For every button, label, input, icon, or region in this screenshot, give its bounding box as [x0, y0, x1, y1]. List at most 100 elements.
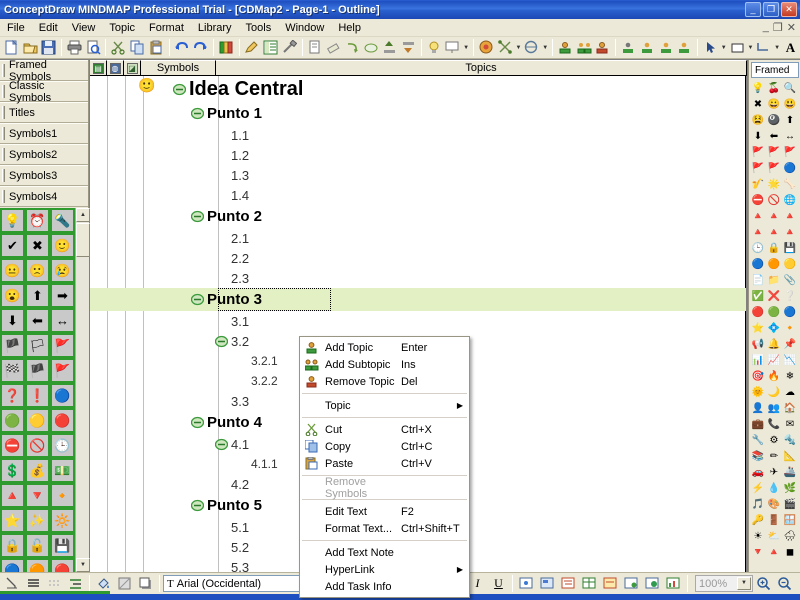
library-symbol[interactable]: 🔺	[766, 225, 782, 241]
zoom-out-icon[interactable]	[774, 574, 795, 594]
row-symbol-cell[interactable]	[90, 434, 165, 454]
library-symbol[interactable]: ⏰	[25, 208, 50, 233]
library-symbol[interactable]: 🔴	[50, 558, 75, 572]
context-menu-item[interactable]: Edit Text F2	[300, 503, 469, 520]
row-symbol-cell[interactable]	[90, 517, 165, 537]
library-symbol[interactable]: 🔴	[750, 305, 766, 321]
library-symbol[interactable]: 🟢	[766, 305, 782, 321]
library-symbol[interactable]: 😃	[782, 97, 798, 113]
presentation-screen-icon[interactable]	[443, 38, 462, 58]
library-symbol[interactable]: 🚫	[25, 433, 50, 458]
menu-library[interactable]: Library	[191, 21, 239, 35]
add-topic-green-icon[interactable]	[556, 38, 575, 58]
brainstorm-target-icon[interactable]	[477, 38, 496, 58]
library-symbol[interactable]: ❄	[782, 369, 798, 385]
note-view-icon[interactable]	[600, 574, 621, 594]
redo-arrow-icon[interactable]	[191, 38, 210, 58]
context-menu-item[interactable]: Format Text... Ctrl+Shift+T	[300, 520, 469, 537]
library-symbol[interactable]: 🔵	[782, 161, 798, 177]
context-menu-item[interactable]: Cut Ctrl+X	[300, 421, 469, 438]
library-symbol[interactable]: 🔦	[50, 208, 75, 233]
library-symbol[interactable]: 🎱	[766, 113, 782, 129]
outline-view-icon[interactable]	[261, 38, 280, 58]
row-symbol-cell[interactable]	[90, 102, 165, 125]
menu-edit[interactable]: Edit	[32, 21, 65, 35]
library-symbol[interactable]: 👥	[766, 401, 782, 417]
library-symbol[interactable]: 🏴	[0, 333, 25, 358]
presentation-dropdown-arrow[interactable]: ▼	[462, 38, 470, 58]
menu-file[interactable]: File	[0, 21, 32, 35]
category-symbols2[interactable]: Symbols2	[0, 144, 88, 165]
underline-button[interactable]: U	[488, 574, 509, 594]
library-symbol[interactable]: 🌟	[766, 177, 782, 193]
topic-tool-1-icon[interactable]	[619, 38, 638, 58]
library-symbol[interactable]: 🚪	[766, 513, 782, 529]
library-symbol[interactable]: 🔥	[766, 369, 782, 385]
library-symbol[interactable]: ❔	[782, 289, 798, 305]
library-symbol[interactable]: ⬅	[25, 308, 50, 333]
library-symbol[interactable]: ❗	[25, 383, 50, 408]
library-symbol[interactable]: 🎵	[750, 497, 766, 513]
row-topic-cell[interactable]: 2.2	[165, 248, 746, 268]
library-symbol[interactable]: 🏠	[782, 401, 798, 417]
library-symbol[interactable]: ⛔	[750, 193, 766, 209]
outline-row[interactable]: 3.1	[90, 311, 746, 331]
text-tool-icon[interactable]: A	[781, 38, 800, 58]
pointer-arrow-icon[interactable]	[701, 38, 720, 58]
slide-view-icon[interactable]	[537, 574, 558, 594]
shadow-box-icon[interactable]	[135, 574, 156, 594]
library-symbol[interactable]: 🚩	[50, 333, 75, 358]
connector-dropdown-arrow[interactable]: ▼	[773, 38, 781, 58]
outline-row[interactable]: 2.3	[90, 268, 746, 288]
library-symbol[interactable]: 🟡	[782, 257, 798, 273]
row-topic-cell[interactable]: 1.1	[165, 125, 746, 145]
library-symbol[interactable]: 😐	[0, 258, 25, 283]
library-symbol[interactable]: 🔺	[750, 209, 766, 225]
library-symbol[interactable]: ✔	[0, 233, 25, 258]
library-symbol[interactable]: 🟠	[766, 257, 782, 273]
menu-help[interactable]: Help	[331, 21, 368, 35]
library-symbol[interactable]: 😢	[50, 258, 75, 283]
collapse-toggle-icon[interactable]	[191, 210, 204, 223]
open-folder-icon[interactable]	[21, 38, 40, 58]
row-symbol-cell[interactable]	[90, 454, 165, 474]
row-symbol-cell[interactable]	[90, 311, 165, 331]
mdi-restore-button[interactable]: ❐	[773, 21, 783, 34]
context-menu-item[interactable]: HyperLink ▶	[300, 561, 469, 578]
library-symbol[interactable]: 🔵	[750, 257, 766, 273]
library-symbol[interactable]: 🚩	[750, 145, 766, 161]
library-books-icon[interactable]	[217, 38, 236, 58]
row-symbol-cell[interactable]	[90, 391, 165, 411]
category-symbols1[interactable]: Symbols1	[0, 123, 88, 144]
left-symbol-grid[interactable]: 💡 ⏰ 🔦 ✔ ✖ 🙂 😐 🙁 😢 😮 ⬆ ➡ ⬇ ⬅ ↔ 🏴 🏳 🚩 🏁 🏴 🚩 ❓ ❗ 🔵 🟢 🟡 🔴 ⛔ 🚫 🕒 💲 💰 💵 🔺 🔻 🔸 ⭐ ✨ 🔆 🔒…	[0, 208, 75, 572]
library-symbol[interactable]: 🌧	[782, 529, 798, 545]
outline-row[interactable]: 🙂 Idea Central	[90, 76, 746, 102]
library-symbol[interactable]: ⭐	[750, 321, 766, 337]
library-symbol[interactable]: 🔺	[0, 483, 25, 508]
spell-check-icon[interactable]	[523, 38, 542, 58]
hammer-tool-icon[interactable]	[280, 38, 299, 58]
outline-row[interactable]: 1.3	[90, 165, 746, 185]
library-symbol[interactable]: 🌐	[782, 193, 798, 209]
row-symbol-cell[interactable]	[90, 288, 165, 311]
library-symbol[interactable]: 💧	[766, 481, 782, 497]
right-symbol-grid[interactable]: 💡 🍒 🔍 ✖ 😀 😃 😫 🎱 ⬆ ⬇ ⬅ ↔ 🚩 🚩 🚩 🚩 🚩 🔵 🎷 🌟 🦴 ⛔ 🚫 🌐 🔺 🔺 🔺 🔺 🔺 🔺 🕒 🔒 💾 🔵 🟠 🟡 📄 📁 📎 ✅…	[750, 81, 798, 571]
row-topic-cell[interactable]: 1.2	[165, 145, 746, 165]
library-symbol[interactable]: ✖	[750, 97, 766, 113]
library-symbol[interactable]: 🔓	[25, 533, 50, 558]
category-titles[interactable]: Titles	[0, 102, 88, 123]
add-subtopic-green-icon[interactable]	[575, 38, 594, 58]
category-classic-symbols[interactable]: Classic Symbols	[0, 80, 88, 104]
collapse-toggle-icon[interactable]	[191, 107, 204, 120]
scroll-up-button[interactable]: ▲	[76, 208, 90, 222]
row-symbol-cell[interactable]	[90, 351, 165, 371]
library-symbol[interactable]: 🔑	[750, 513, 766, 529]
copy-pages-icon[interactable]	[128, 38, 147, 58]
library-symbol[interactable]: 🔸	[50, 483, 75, 508]
cloud-shape-icon[interactable]	[362, 38, 381, 58]
close-button[interactable]: ✕	[781, 2, 797, 17]
outline-row[interactable]: Punto 1	[90, 102, 746, 125]
row-symbol-cell[interactable]	[90, 557, 165, 572]
library-symbol[interactable]: 🏁	[0, 358, 25, 383]
row-topic-cell[interactable]: 1.4	[165, 185, 746, 205]
